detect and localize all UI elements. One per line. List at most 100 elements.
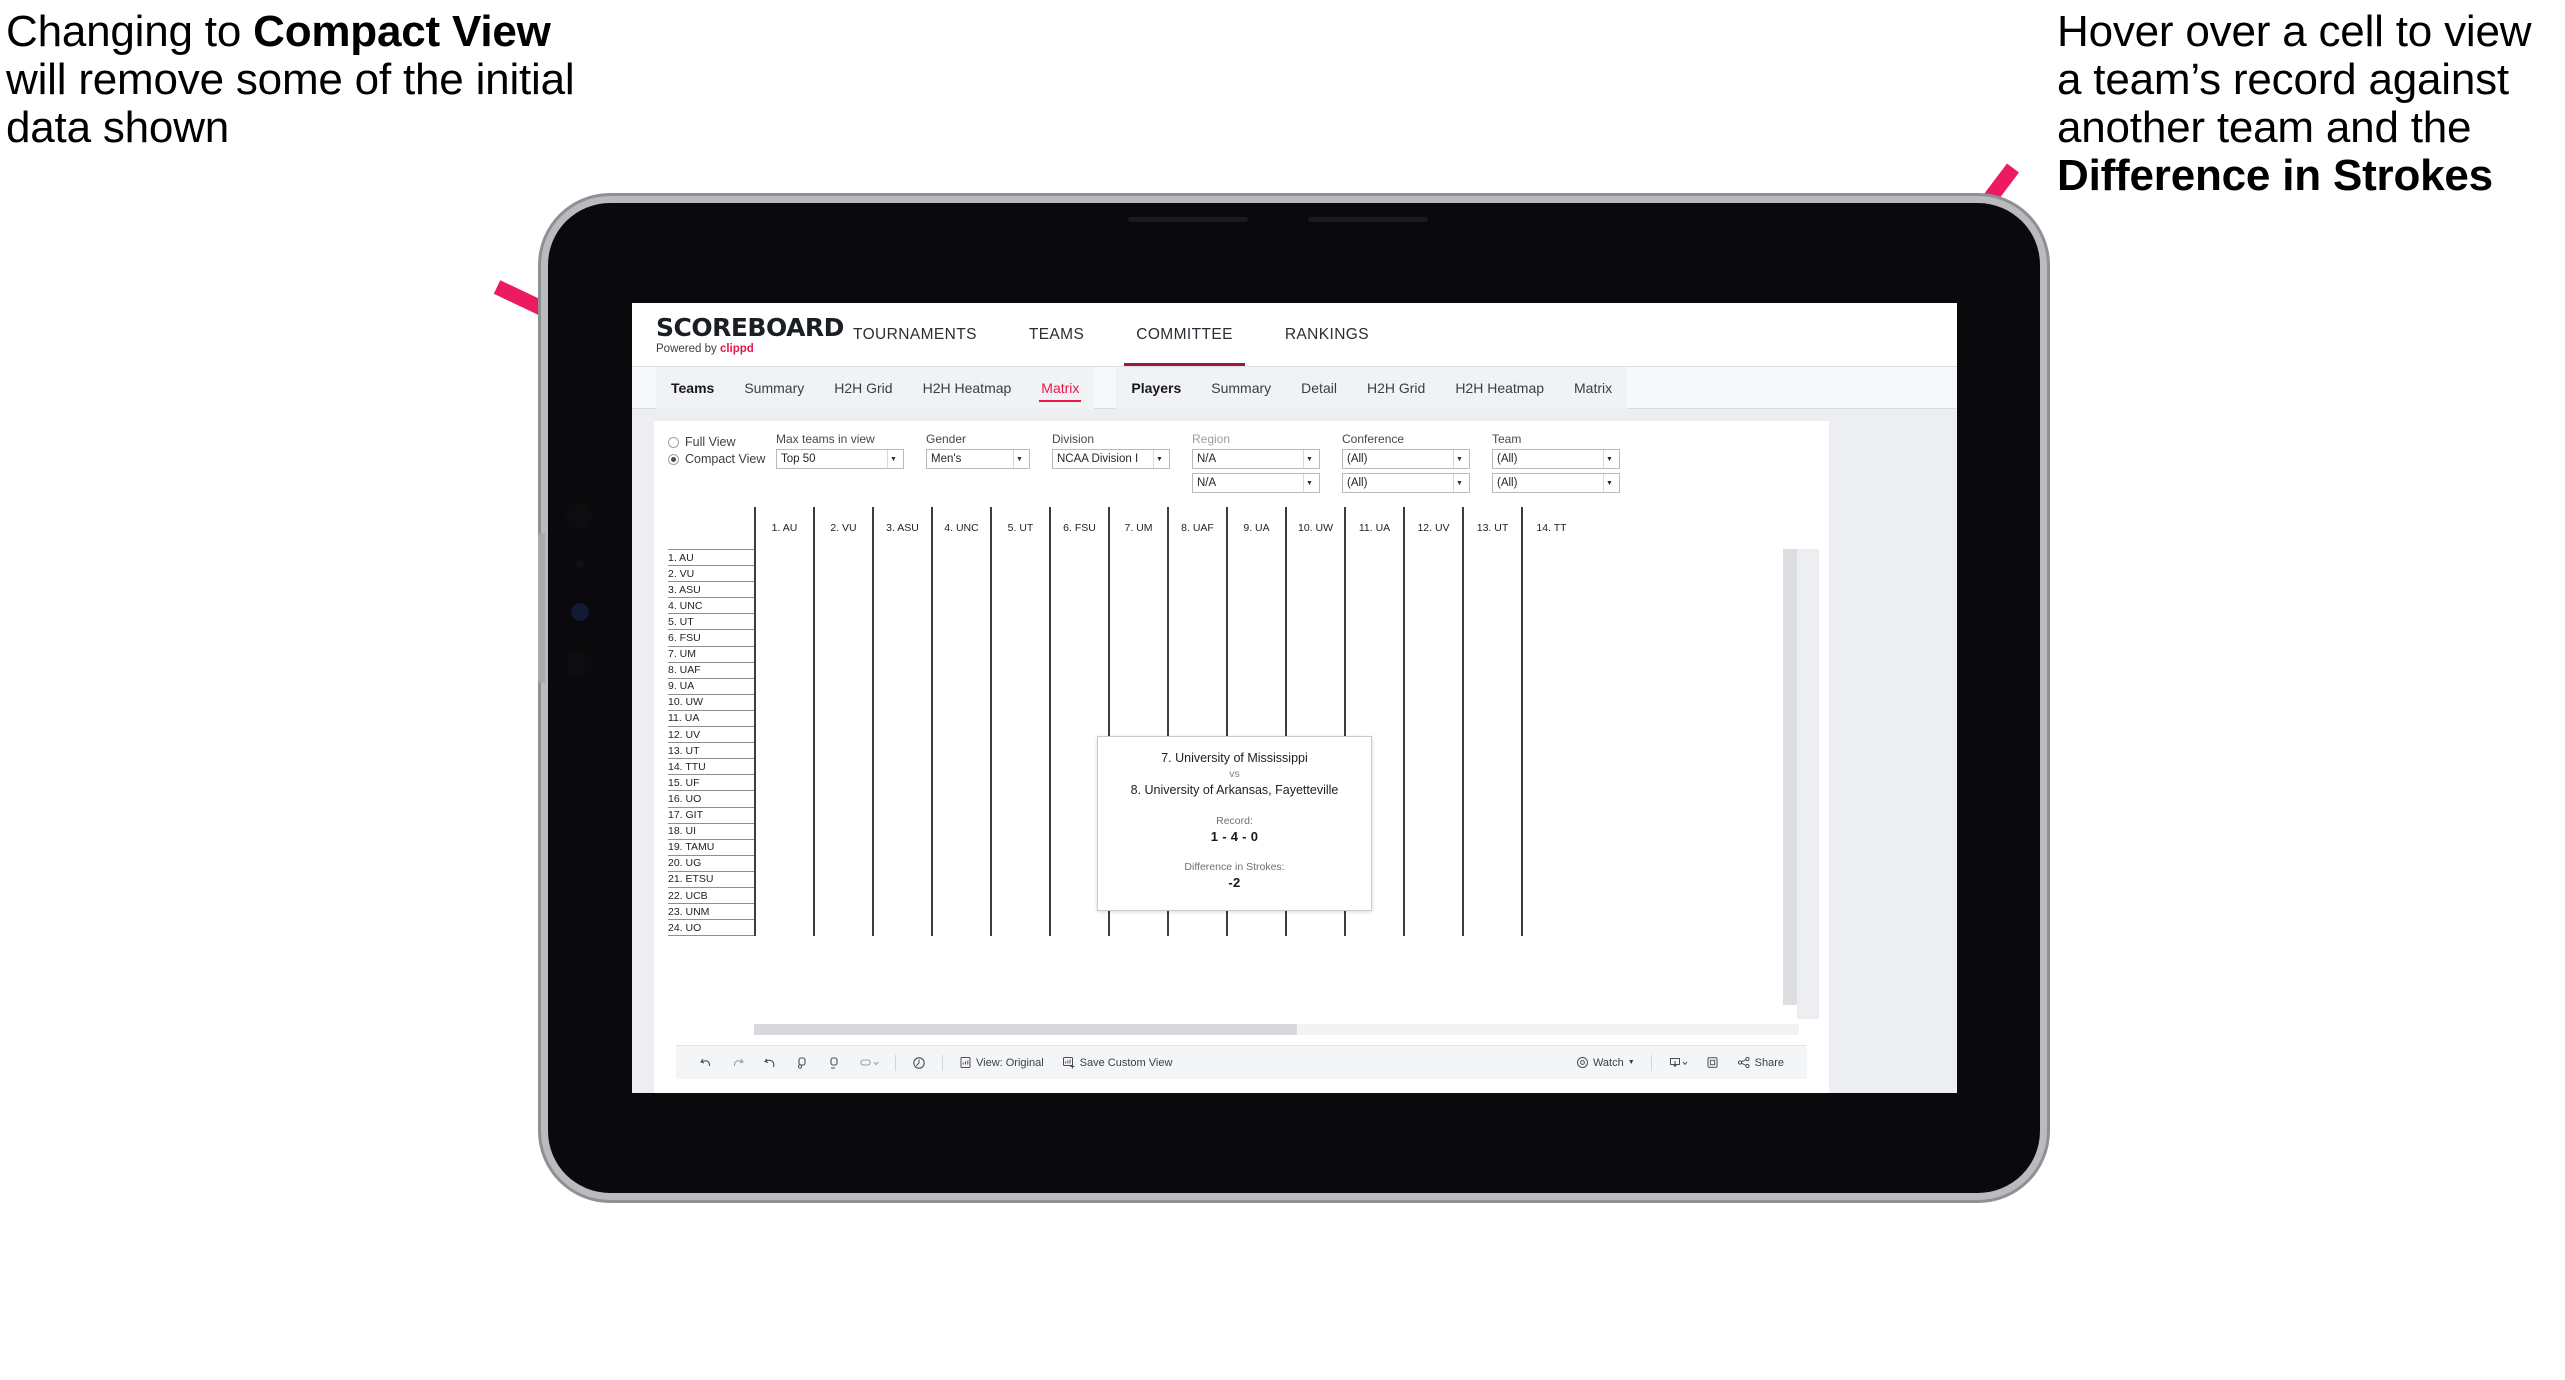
matrix-cell[interactable] — [931, 726, 991, 743]
matrix-cell[interactable] — [1521, 742, 1580, 759]
matrix-cell[interactable] — [990, 710, 1050, 727]
matrix-cell[interactable] — [1167, 565, 1227, 582]
matrix-cell[interactable] — [1167, 629, 1227, 647]
matrix-cell[interactable] — [931, 823, 991, 840]
matrix-cell[interactable] — [931, 629, 991, 647]
matrix-cell[interactable] — [990, 742, 1050, 759]
matrix-cell[interactable] — [931, 774, 991, 791]
matrix-cell[interactable] — [931, 646, 991, 663]
matrix-cell[interactable] — [1521, 678, 1580, 695]
matrix-cell[interactable] — [1521, 549, 1580, 566]
matrix-cell[interactable] — [1403, 758, 1463, 775]
matrix-cell[interactable] — [931, 565, 991, 582]
matrix-row-header[interactable]: 12. UV — [668, 726, 755, 744]
table-row[interactable]: 4. UNC — [668, 597, 1580, 615]
matrix-cell[interactable] — [1462, 565, 1522, 582]
matrix-cell[interactable] — [990, 694, 1050, 711]
matrix-cell[interactable] — [813, 758, 873, 775]
matrix-cell[interactable] — [1462, 694, 1522, 711]
matrix-cell[interactable] — [931, 742, 991, 759]
matrix-cell[interactable] — [754, 903, 814, 920]
matrix-cell[interactable] — [872, 839, 932, 856]
matrix-cell[interactable] — [1049, 565, 1109, 582]
history-button[interactable] — [903, 1051, 935, 1075]
matrix-cell[interactable] — [1521, 613, 1580, 630]
matrix-cell[interactable] — [1462, 758, 1522, 775]
redo-button[interactable] — [722, 1051, 754, 1075]
matrix-cell[interactable] — [1521, 758, 1580, 775]
shape-button[interactable] — [850, 1051, 888, 1075]
filter-division-select[interactable]: NCAA Division I ▼ — [1052, 449, 1170, 469]
filter-conference-select[interactable]: (All) ▼ — [1342, 449, 1470, 469]
table-row[interactable]: 7. UM — [668, 646, 1580, 663]
matrix-cell[interactable] — [813, 710, 873, 727]
matrix-cell[interactable] — [1226, 694, 1286, 711]
matrix-cell[interactable] — [1167, 549, 1227, 566]
matrix-cell[interactable] — [813, 774, 873, 791]
matrix-cell[interactable] — [813, 613, 873, 630]
matrix-cell[interactable] — [1049, 613, 1109, 630]
matrix-cell[interactable] — [754, 742, 814, 759]
matrix-col-header[interactable]: 5. UT — [990, 507, 1050, 550]
matrix-cell[interactable] — [990, 613, 1050, 630]
matrix-cell[interactable] — [1167, 613, 1227, 630]
matrix-cell[interactable] — [754, 919, 814, 936]
matrix-cell[interactable] — [1344, 597, 1404, 614]
matrix-cell[interactable] — [1521, 629, 1580, 647]
matrix-cell[interactable] — [1521, 855, 1580, 872]
matrix-cell[interactable] — [931, 678, 991, 695]
matrix-cell[interactable] — [813, 823, 873, 840]
matrix-row-header[interactable]: 7. UM — [668, 646, 755, 663]
matrix-cell[interactable] — [1108, 646, 1168, 663]
matrix-cell[interactable] — [990, 774, 1050, 791]
matrix-cell[interactable] — [872, 855, 932, 872]
matrix-cell[interactable] — [1403, 629, 1463, 647]
matrix-cell[interactable] — [1403, 855, 1463, 872]
matrix-cell[interactable] — [1226, 629, 1286, 647]
matrix-cell[interactable] — [1167, 662, 1227, 679]
filter-team-select[interactable]: (All) ▼ — [1492, 449, 1620, 469]
matrix-cell[interactable] — [1167, 919, 1227, 936]
radio-compact-view[interactable]: Compact View — [668, 452, 776, 466]
nav-item-teams[interactable]: TEAMS — [1003, 303, 1110, 366]
matrix-cell[interactable] — [1344, 565, 1404, 582]
matrix-cell[interactable] — [1285, 597, 1345, 614]
matrix-cell[interactable] — [754, 565, 814, 582]
matrix-cell[interactable] — [1462, 807, 1522, 824]
matrix-cell[interactable] — [990, 629, 1050, 647]
matrix-cell[interactable] — [931, 581, 991, 598]
matrix-cell[interactable] — [1462, 887, 1522, 904]
matrix-cell[interactable] — [1521, 565, 1580, 582]
matrix-cell[interactable] — [1226, 646, 1286, 663]
filter-team-select-2[interactable]: (All) ▼ — [1492, 473, 1620, 493]
matrix-cell[interactable] — [990, 919, 1050, 936]
matrix-cell[interactable] — [1226, 581, 1286, 598]
matrix-cell[interactable] — [1285, 710, 1345, 727]
matrix-cell[interactable] — [813, 597, 873, 614]
table-row[interactable]: 1. AU — [668, 549, 1580, 567]
matrix-cell[interactable] — [813, 662, 873, 679]
matrix-cell[interactable] — [1167, 694, 1227, 711]
matrix-col-header[interactable]: 4. UNC — [931, 507, 991, 550]
matrix-cell[interactable] — [1403, 742, 1463, 759]
save-custom-view-button[interactable]: Save Custom View — [1053, 1051, 1182, 1075]
matrix-cell[interactable] — [872, 694, 932, 711]
matrix-cell[interactable] — [813, 903, 873, 920]
matrix-cell[interactable] — [1521, 887, 1580, 904]
matrix-cell[interactable] — [813, 678, 873, 695]
matrix-cell[interactable] — [990, 662, 1050, 679]
matrix-cell[interactable] — [1403, 710, 1463, 727]
table-row[interactable]: 3. ASU — [668, 581, 1580, 599]
matrix-cell[interactable] — [754, 597, 814, 614]
matrix-cell[interactable] — [872, 646, 932, 663]
matrix-cell[interactable] — [931, 903, 991, 920]
matrix-cell[interactable] — [1344, 662, 1404, 679]
matrix-cell[interactable] — [1521, 646, 1580, 663]
tab-players-h2h-grid[interactable]: H2H Grid — [1352, 367, 1440, 409]
matrix-cell[interactable] — [1521, 726, 1580, 743]
matrix-col-header[interactable]: 8. UAF — [1167, 507, 1227, 550]
matrix-cell[interactable] — [813, 855, 873, 872]
matrix-cell[interactable] — [990, 758, 1050, 775]
matrix-cell[interactable] — [1462, 549, 1522, 566]
matrix-cell[interactable] — [1521, 919, 1580, 936]
